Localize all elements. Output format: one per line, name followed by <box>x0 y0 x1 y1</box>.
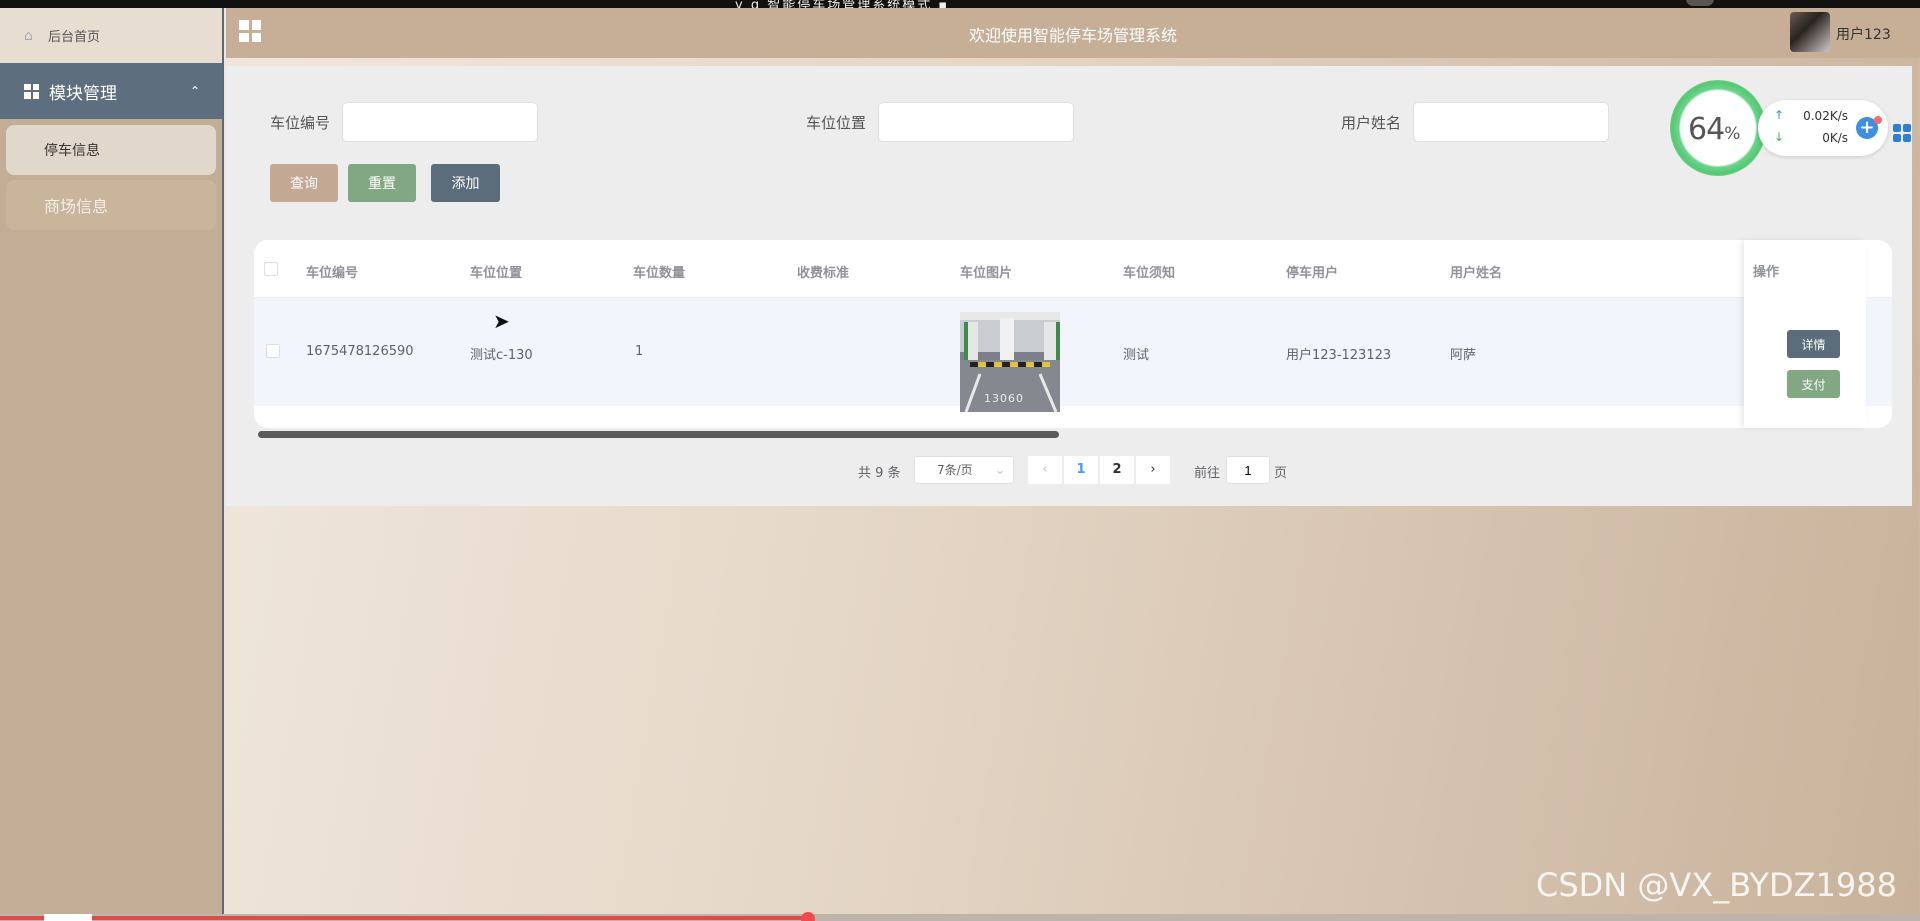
window-control <box>1686 0 1714 6</box>
select-all-checkbox[interactable] <box>264 262 278 276</box>
cell-notice: 测试 <box>1123 348 1150 363</box>
code-input[interactable] <box>342 102 539 142</box>
page-unit-label: 页 <box>1274 466 1288 481</box>
search-label: 车位位置 <box>806 113 867 132</box>
chevron-up-icon[interactable]: ⌃ <box>190 84 200 98</box>
sidebar-module-header[interactable]: 模块管理 ⌃ <box>0 63 222 119</box>
page-button-2[interactable]: 2 <box>1100 456 1134 484</box>
video-progress-bar[interactable] <box>0 912 1920 921</box>
watermark: CSDN @VX_BYDZ1988 <box>1536 866 1897 904</box>
prev-page-button[interactable]: ‹ <box>1028 456 1062 484</box>
column-header[interactable]: 车位图片 <box>960 262 1012 281</box>
pagination: 共 9 条 7条/页 ⌄ ‹ 1 2 › 前往 页 <box>0 456 1920 484</box>
download-arrow-icon: ↓ <box>1774 130 1785 144</box>
search-label: 用户姓名 <box>1341 113 1402 132</box>
network-speed-widget[interactable]: 64% ↑ 0.02K/s ↓ 0K/s + <box>1670 76 1911 176</box>
window-top-strip: y g 智能停车场管理系统模式 ▪ <box>0 0 1920 13</box>
mouse-cursor-icon: ➤ <box>493 309 510 333</box>
progress-tag <box>44 914 92 921</box>
column-header[interactable]: 车位编号 <box>306 262 358 281</box>
name-input[interactable] <box>1413 102 1610 142</box>
table-header: 车位编号 车位位置 车位数量 收费标准 车位图片 车位须知 停车用户 用户姓名 <box>254 240 1892 298</box>
notification-dot <box>1874 116 1882 124</box>
column-header-operation: 操作 <box>1753 265 1780 280</box>
header: 欢迎使用智能停车场管理系统 用户123 <box>226 8 1920 58</box>
parking-space-number: 13060 <box>984 392 1024 405</box>
column-header[interactable]: 收费标准 <box>797 262 849 281</box>
cell-code: 1675478126590 <box>306 344 414 359</box>
parking-space-image[interactable]: 13060 <box>960 312 1060 412</box>
username[interactable]: 用户123 <box>1836 24 1891 44</box>
sidebar-item-label: 后台首页 <box>48 30 101 45</box>
progress-knob[interactable] <box>801 912 815 921</box>
total-count: 共 9 条 <box>858 466 901 481</box>
chevron-down-icon: ⌄ <box>994 463 1005 477</box>
detail-button[interactable]: 详情 <box>1787 330 1840 358</box>
next-page-button[interactable]: › <box>1136 456 1170 484</box>
column-header[interactable]: 用户姓名 <box>1450 262 1502 281</box>
add-button[interactable]: 添加 <box>431 164 500 202</box>
download-speed: 0K/s <box>1822 131 1848 145</box>
sidebar-item-home[interactable]: ⌂ 后台首页 <box>0 8 222 63</box>
avatar[interactable] <box>1790 12 1830 52</box>
page-title: 欢迎使用智能停车场管理系统 <box>968 26 1177 45</box>
usage-percent: 64% <box>1688 112 1740 147</box>
search-field-name: 用户姓名 <box>1341 102 1610 142</box>
apps-icon[interactable] <box>1893 124 1911 142</box>
search-field-code: 车位编号 <box>270 102 539 142</box>
cell-name: 阿萨 <box>1450 348 1477 363</box>
search-label: 车位编号 <box>270 113 331 132</box>
goto-label: 前往 <box>1194 466 1221 481</box>
pay-button[interactable]: 支付 <box>1787 370 1840 398</box>
sidebar-item-label: 停车信息 <box>44 143 100 159</box>
progress-played <box>0 916 810 920</box>
page-size-select[interactable]: 7条/页 ⌄ <box>914 456 1014 484</box>
page-button-1[interactable]: 1 <box>1064 456 1098 484</box>
upload-speed: 0.02K/s <box>1803 109 1848 123</box>
sidebar-module-label: 模块管理 <box>49 83 117 104</box>
table-horizontal-scrollbar[interactable] <box>258 431 1059 438</box>
sidebar-item-mall-info[interactable]: 商场信息 <box>6 180 216 230</box>
upload-arrow-icon: ↑ <box>1774 108 1785 122</box>
column-header[interactable]: 车位位置 <box>470 262 522 281</box>
search-field-location: 车位位置 <box>806 102 1075 142</box>
grid-icon <box>24 83 39 99</box>
data-table: 车位编号 车位位置 车位数量 收费标准 车位图片 车位须知 停车用户 用户姓名 … <box>254 240 1892 428</box>
column-header[interactable]: 车位数量 <box>633 262 685 281</box>
column-header[interactable]: 停车用户 <box>1286 262 1338 281</box>
sidebar-item-parking-info[interactable]: 停车信息 <box>6 125 216 175</box>
cell-user: 用户123-123123 <box>1286 348 1392 363</box>
reset-button[interactable]: 重置 <box>348 164 416 202</box>
sidebar-item-label: 商场信息 <box>44 197 109 216</box>
row-checkbox[interactable] <box>266 344 280 358</box>
location-input[interactable] <box>878 102 1075 142</box>
home-icon: ⌂ <box>24 27 33 44</box>
page-size-value: 7条/页 <box>937 463 973 477</box>
main-content: 车位编号 车位位置 用户姓名 查询 重置 添加 车位编号 车位位置 车位数量 收… <box>226 66 1912 506</box>
query-button[interactable]: 查询 <box>270 164 338 202</box>
cell-location: 测试c-130 <box>470 348 533 363</box>
search-form: 车位编号 车位位置 用户姓名 <box>226 102 1912 142</box>
goto-page-input[interactable] <box>1226 456 1270 484</box>
column-header[interactable]: 车位须知 <box>1123 262 1175 281</box>
cell-count: 1 <box>635 344 644 359</box>
